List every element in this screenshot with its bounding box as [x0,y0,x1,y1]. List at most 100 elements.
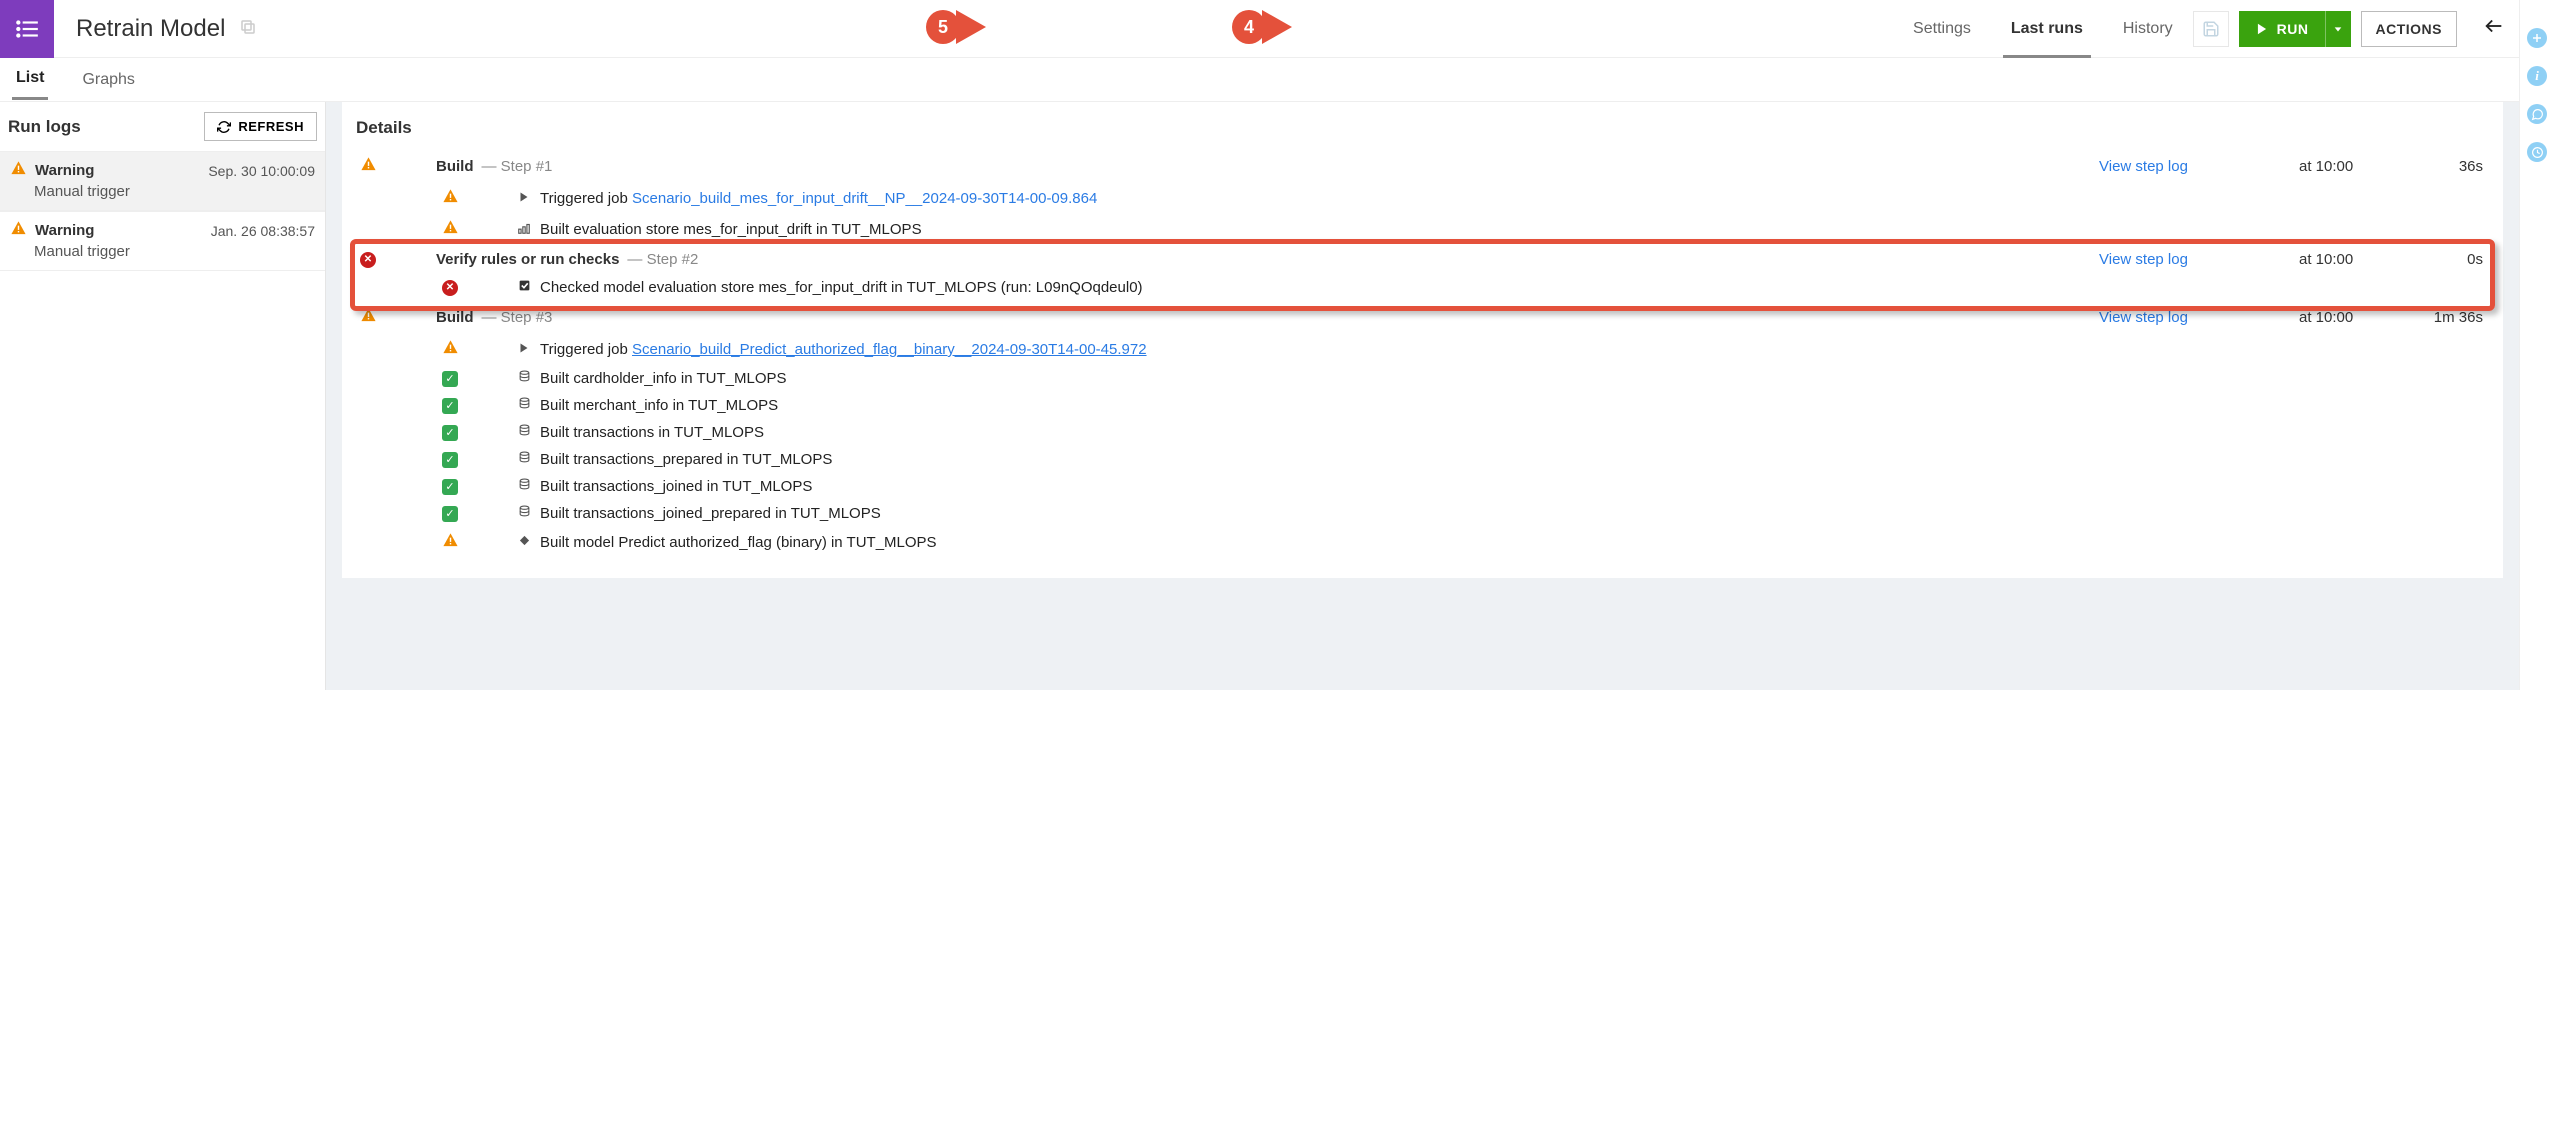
tab-settings[interactable]: Settings [1893,0,1991,58]
rail-add-icon[interactable] [2527,28,2547,48]
view-step-log-link[interactable]: View step log [2099,158,2188,175]
step-sub-row: Built model Predict authorized_flag (bin… [352,527,2493,558]
callout-5: 5 [926,10,986,44]
db-icon [516,370,532,387]
success-icon: ✓ [442,506,458,522]
step-suffix: — Step #2 [627,251,698,268]
db-icon [516,451,532,468]
step-sub-row: ✓ Built transactions_joined in TUT_MLOPS [352,473,2493,500]
step-sub-row: Triggered job Scenario_build_Predict_aut… [352,334,2493,365]
step-block: Build — Step #1 View step log at 10:0036s T… [352,150,2493,245]
warning-icon [10,160,27,181]
step-time: at 10:00 [2299,309,2409,326]
refresh-button[interactable]: REFRESH [204,112,317,141]
db-icon [516,424,532,441]
success-icon: ✓ [442,425,458,441]
run-log-item[interactable]: Warning Sep. 30 10:00:09 Manual trigger [0,151,325,211]
tab-history[interactable]: History [2103,0,2193,58]
step-time: at 10:00 [2299,251,2409,268]
back-arrow-icon[interactable] [2469,15,2519,43]
sub-row-text: Built evaluation store mes_for_input_dri… [540,221,922,238]
diamond-icon [516,534,532,551]
step-sub-row: ✓ Built cardholder_info in TUT_MLOPS [352,365,2493,392]
run-log-sub: Manual trigger [34,243,315,260]
step-name: Build [436,158,474,175]
run-log-title: Warning [35,222,203,239]
error-icon: ✕ [360,252,376,268]
step-name: Build [436,309,474,326]
sub-row-text: Built model Predict authorized_flag (bin… [540,534,937,551]
group-icon [516,221,532,239]
check-icon [516,279,532,296]
warning-icon [442,339,459,360]
step-sub-row: Built evaluation store mes_for_input_dri… [352,214,2493,245]
step-sub-row: Triggered job Scenario_build_mes_for_inp… [352,183,2493,214]
run-dropdown-button[interactable] [2325,11,2351,47]
job-link[interactable]: Scenario_build_mes_for_input_drift__NP__… [632,190,1097,207]
step-duration: 1m 36s [2409,309,2489,326]
rail-clock-icon[interactable] [2527,142,2547,162]
hamburger-menu-icon[interactable] [0,0,54,58]
sub-row-text: Built transactions in TUT_MLOPS [540,424,764,441]
sub-row-text: Triggered job Scenario_build_Predict_aut… [540,341,1147,358]
view-step-log-link[interactable]: View step log [2099,251,2188,268]
job-link[interactable]: Scenario_build_Predict_authorized_flag__… [632,341,1147,358]
warning-icon [442,532,459,553]
page-title: Retrain Model [76,15,225,43]
step-sub-row: ✓ Built transactions_joined_prepared in T… [352,500,2493,527]
step-suffix: — Step #1 [482,158,553,175]
sub-row-text: Built transactions_prepared in TUT_MLOPS [540,451,832,468]
details-heading: Details [356,118,2493,138]
success-icon: ✓ [442,371,458,387]
db-icon [516,505,532,522]
step-name: Verify rules or run checks [436,251,619,268]
warning-icon [442,188,459,209]
success-icon: ✓ [442,479,458,495]
run-button[interactable]: RUN [2239,11,2325,47]
tab-last-runs[interactable]: Last runs [1991,0,2103,58]
warning-icon [10,220,27,241]
run-logs-heading: Run logs [8,117,81,137]
play-icon [516,341,532,358]
sub-row-text: Built transactions_joined in TUT_MLOPS [540,478,812,495]
sub-row-text: Built transactions_joined_prepared in TU… [540,505,881,522]
step-sub-row: ✕ Checked model evaluation store mes_for_… [352,274,2493,301]
step-block: Build — Step #3 View step log at 10:001m 3… [352,301,2493,558]
callout-4: 4 [1232,10,1292,44]
success-icon: ✓ [442,398,458,414]
actions-button[interactable]: ACTIONS [2361,11,2458,47]
step-duration: 36s [2409,158,2489,175]
warning-icon [442,219,459,240]
copy-icon[interactable] [239,18,257,40]
run-log-title: Warning [35,162,200,179]
step-time: at 10:00 [2299,158,2409,175]
success-icon: ✓ [442,452,458,468]
step-sub-row: ✓ Built merchant_info in TUT_MLOPS [352,392,2493,419]
rail-info-icon[interactable]: i [2527,66,2547,86]
refresh-label: REFRESH [238,119,304,134]
db-icon [516,397,532,414]
play-icon [516,190,532,207]
subtab-graphs[interactable]: Graphs [78,61,138,99]
sub-row-text: Checked model evaluation store mes_for_i… [540,279,1143,296]
step-sub-row: ✓ Built transactions_prepared in TUT_MLOP… [352,446,2493,473]
sub-row-text: Built cardholder_info in TUT_MLOPS [540,370,787,387]
db-icon [516,478,532,495]
step-duration: 0s [2409,251,2489,268]
step-sub-row: ✓ Built transactions in TUT_MLOPS [352,419,2493,446]
run-log-sub: Manual trigger [34,183,315,200]
save-button[interactable] [2193,11,2229,47]
run-button-label: RUN [2277,21,2309,37]
view-step-log-link[interactable]: View step log [2099,309,2188,326]
rail-chat-icon[interactable] [2527,104,2547,124]
sub-row-text: Built merchant_info in TUT_MLOPS [540,397,778,414]
subtab-list[interactable]: List [12,59,48,100]
run-log-item[interactable]: Warning Jan. 26 08:38:57 Manual trigger [0,211,325,271]
error-icon: ✕ [442,280,458,296]
step-suffix: — Step #3 [482,309,553,326]
warning-icon [360,307,377,328]
run-log-date: Sep. 30 10:00:09 [208,163,315,179]
run-log-date: Jan. 26 08:38:57 [211,223,315,239]
step-block: ✕ Verify rules or run checks — Step #2 Vie… [352,245,2493,301]
sub-row-text: Triggered job Scenario_build_mes_for_inp… [540,190,1097,207]
